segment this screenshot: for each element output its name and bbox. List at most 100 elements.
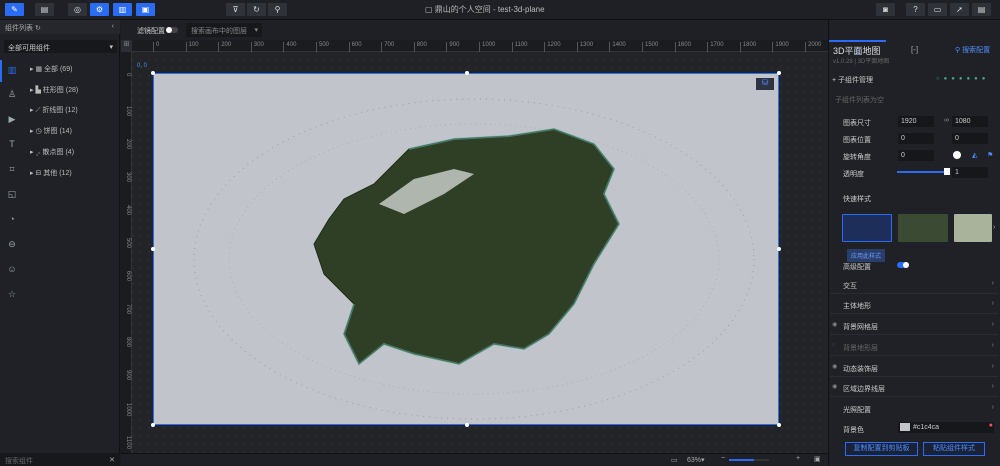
sub-component-toggle[interactable]: + 子组件管理 bbox=[832, 75, 873, 85]
zoom-select[interactable]: 63%▾ bbox=[687, 456, 717, 464]
eye-icon[interactable]: ◉ bbox=[832, 363, 837, 370]
tree-item-pie[interactable]: ▸ ◷ 饼图 (14) bbox=[30, 126, 72, 136]
advanced-toggle[interactable] bbox=[897, 262, 909, 268]
resize-handle[interactable] bbox=[777, 247, 781, 251]
pin-icon[interactable]: ⚲ bbox=[268, 3, 287, 16]
section-main-terrain[interactable]: 主体地形 › bbox=[830, 296, 998, 314]
pos-y-input[interactable]: 0 bbox=[952, 133, 988, 144]
fullscreen-icon[interactable]: ▣ bbox=[814, 455, 821, 463]
fit-screen-icon[interactable]: ▭ bbox=[671, 456, 678, 464]
edit-icon[interactable]: ✎ bbox=[5, 3, 24, 16]
ruler-tick: 800 bbox=[413, 42, 427, 52]
map-settings-icon[interactable]: ⛁ bbox=[756, 78, 774, 90]
star-icon[interactable]: ☆ bbox=[6, 288, 18, 300]
user-icon[interactable]: ☺ bbox=[6, 263, 18, 275]
height-input[interactable]: 1080 bbox=[952, 116, 988, 127]
chevron-down-icon: ▾ bbox=[254, 27, 258, 34]
tree-item-scatter[interactable]: ▸ ⡠ 散点图 (4) bbox=[30, 147, 74, 157]
eye-icon[interactable]: ◉ bbox=[832, 321, 837, 328]
resize-handle[interactable] bbox=[465, 423, 469, 427]
width-input[interactable]: 1920 bbox=[898, 116, 934, 127]
frame-icon[interactable]: ⌗ bbox=[6, 163, 18, 175]
layer-toggle-icon[interactable]: ◎ bbox=[68, 3, 87, 16]
style-thumb-light[interactable] bbox=[954, 214, 992, 242]
text-icon[interactable]: T bbox=[6, 138, 18, 150]
minus-circle-icon[interactable]: ⊖ bbox=[6, 238, 18, 250]
component-panel-icon[interactable]: ⚙ bbox=[90, 3, 109, 16]
paste-style-button[interactable]: 粘贴组件样式 bbox=[923, 442, 985, 456]
media-icon[interactable]: ▶ bbox=[6, 113, 18, 125]
interaction-icon[interactable]: ◔ bbox=[6, 213, 18, 225]
ruler-tick: 1100 bbox=[125, 436, 131, 449]
lock-ratio-icon[interactable]: ∞ bbox=[944, 117, 949, 124]
opacity-slider[interactable] bbox=[897, 171, 947, 173]
preview-icon[interactable]: ▭ bbox=[928, 3, 947, 16]
component-filter-select[interactable]: 全部可用组件 ▾ bbox=[4, 40, 117, 53]
tree-item-bar[interactable]: ▸ ▙ 柱形图 (28) bbox=[30, 85, 78, 95]
close-icon[interactable]: ✕ bbox=[109, 456, 115, 464]
refresh-icon[interactable]: ↻ bbox=[247, 3, 266, 16]
bg-color-input[interactable]: #c1c4ca ● bbox=[898, 422, 994, 433]
section-region-border[interactable]: ◉ 区域边界线层 › bbox=[830, 379, 998, 397]
ruler-tick: 800 bbox=[125, 337, 131, 348]
collapse-icon[interactable]: ‹ bbox=[112, 23, 114, 30]
pos-x-input[interactable]: 0 bbox=[898, 133, 934, 144]
rotate-dial[interactable] bbox=[953, 151, 961, 159]
refresh-icon[interactable]: ↻ bbox=[35, 25, 41, 32]
canvas-icon[interactable]: ▥ bbox=[113, 3, 132, 16]
layers-icon[interactable]: ▤ bbox=[35, 3, 54, 16]
window-icon: ▢ bbox=[425, 5, 435, 14]
filter-icon[interactable]: ⊽ bbox=[226, 3, 245, 16]
zoom-in-icon[interactable]: + bbox=[796, 455, 800, 462]
search-config-link[interactable]: ⚲ 搜索配置 bbox=[955, 45, 990, 55]
zoom-out-icon[interactable]: − bbox=[721, 455, 725, 462]
opacity-slider-handle[interactable] bbox=[944, 168, 950, 175]
resize-handle[interactable] bbox=[777, 71, 781, 75]
section-dynamic-decor[interactable]: ◉ 动态装饰层 › bbox=[830, 359, 998, 377]
map-icon[interactable]: ♙ bbox=[6, 88, 18, 100]
flip-horizontal-icon[interactable]: ◭ bbox=[972, 151, 977, 159]
resize-handle[interactable] bbox=[151, 71, 155, 75]
chart-icon[interactable]: ▥ bbox=[6, 64, 18, 76]
resize-handle[interactable] bbox=[151, 247, 155, 251]
ruler-tick: 700 bbox=[381, 42, 394, 52]
flip-vertical-icon[interactable]: ⚑ bbox=[987, 151, 993, 159]
section-bg-terrain[interactable]: ◌ 背景地形层 › bbox=[830, 338, 998, 356]
chevron-right-icon[interactable]: › bbox=[993, 224, 995, 231]
config-panel-icon[interactable]: ▣ bbox=[136, 3, 155, 16]
section-lighting[interactable]: 光照配置 › bbox=[830, 400, 998, 418]
opacity-input[interactable]: 1 bbox=[952, 167, 988, 178]
ruler-toggle-icon[interactable]: ⊞ bbox=[121, 40, 132, 52]
section-bg-grid[interactable]: ◉ 背景网格层 › bbox=[830, 317, 998, 335]
tab-data[interactable]: [-] bbox=[886, 40, 943, 60]
chevron-right-icon: › bbox=[991, 363, 994, 370]
style-thumb-green[interactable] bbox=[898, 214, 948, 242]
copy-config-button[interactable]: 复制配置到剪贴板 bbox=[845, 442, 918, 456]
eye-off-icon[interactable]: ◌ bbox=[832, 342, 836, 348]
tree-item-line[interactable]: ▸ ⟋ 折线图 (12) bbox=[30, 105, 78, 115]
save-icon[interactable]: ▤ bbox=[972, 3, 991, 16]
tree-item-other[interactable]: ▸ ⊟ 其他 (12) bbox=[30, 168, 72, 178]
sub-component-actions[interactable]: ○●●●●●● bbox=[936, 76, 989, 82]
color-picker-icon[interactable]: ● bbox=[989, 422, 993, 429]
component-search-input[interactable]: 搜索组件 ✕ bbox=[0, 453, 120, 466]
resize-handle[interactable] bbox=[151, 423, 155, 427]
resize-handle[interactable] bbox=[465, 71, 469, 75]
style-thumb-blue[interactable] bbox=[842, 214, 892, 242]
color-swatch[interactable] bbox=[900, 423, 910, 431]
screenshot-icon[interactable]: ◙ bbox=[876, 3, 895, 16]
material-icon[interactable]: ◱ bbox=[6, 188, 18, 200]
section-interaction[interactable]: 交互 › bbox=[830, 276, 998, 294]
layer-search-select[interactable]: 搜索画布中的图层 ▾ bbox=[186, 23, 262, 37]
help-icon[interactable]: ? bbox=[906, 3, 925, 16]
ruler-tick: 1300 bbox=[576, 42, 593, 52]
rotate-input[interactable]: 0 bbox=[898, 150, 934, 161]
resize-handle[interactable] bbox=[777, 423, 781, 427]
artboard-3d-map[interactable]: ⛁ bbox=[151, 71, 781, 427]
tree-item-all[interactable]: ▸ ▦ 全部 (69) bbox=[30, 64, 72, 74]
eye-icon[interactable]: ◉ bbox=[832, 383, 837, 390]
zoom-slider[interactable] bbox=[729, 459, 769, 461]
filter-toggle[interactable] bbox=[166, 27, 178, 33]
apply-style-button[interactable]: 应用此样式 bbox=[847, 249, 886, 262]
publish-icon[interactable]: ➚ bbox=[950, 3, 969, 16]
